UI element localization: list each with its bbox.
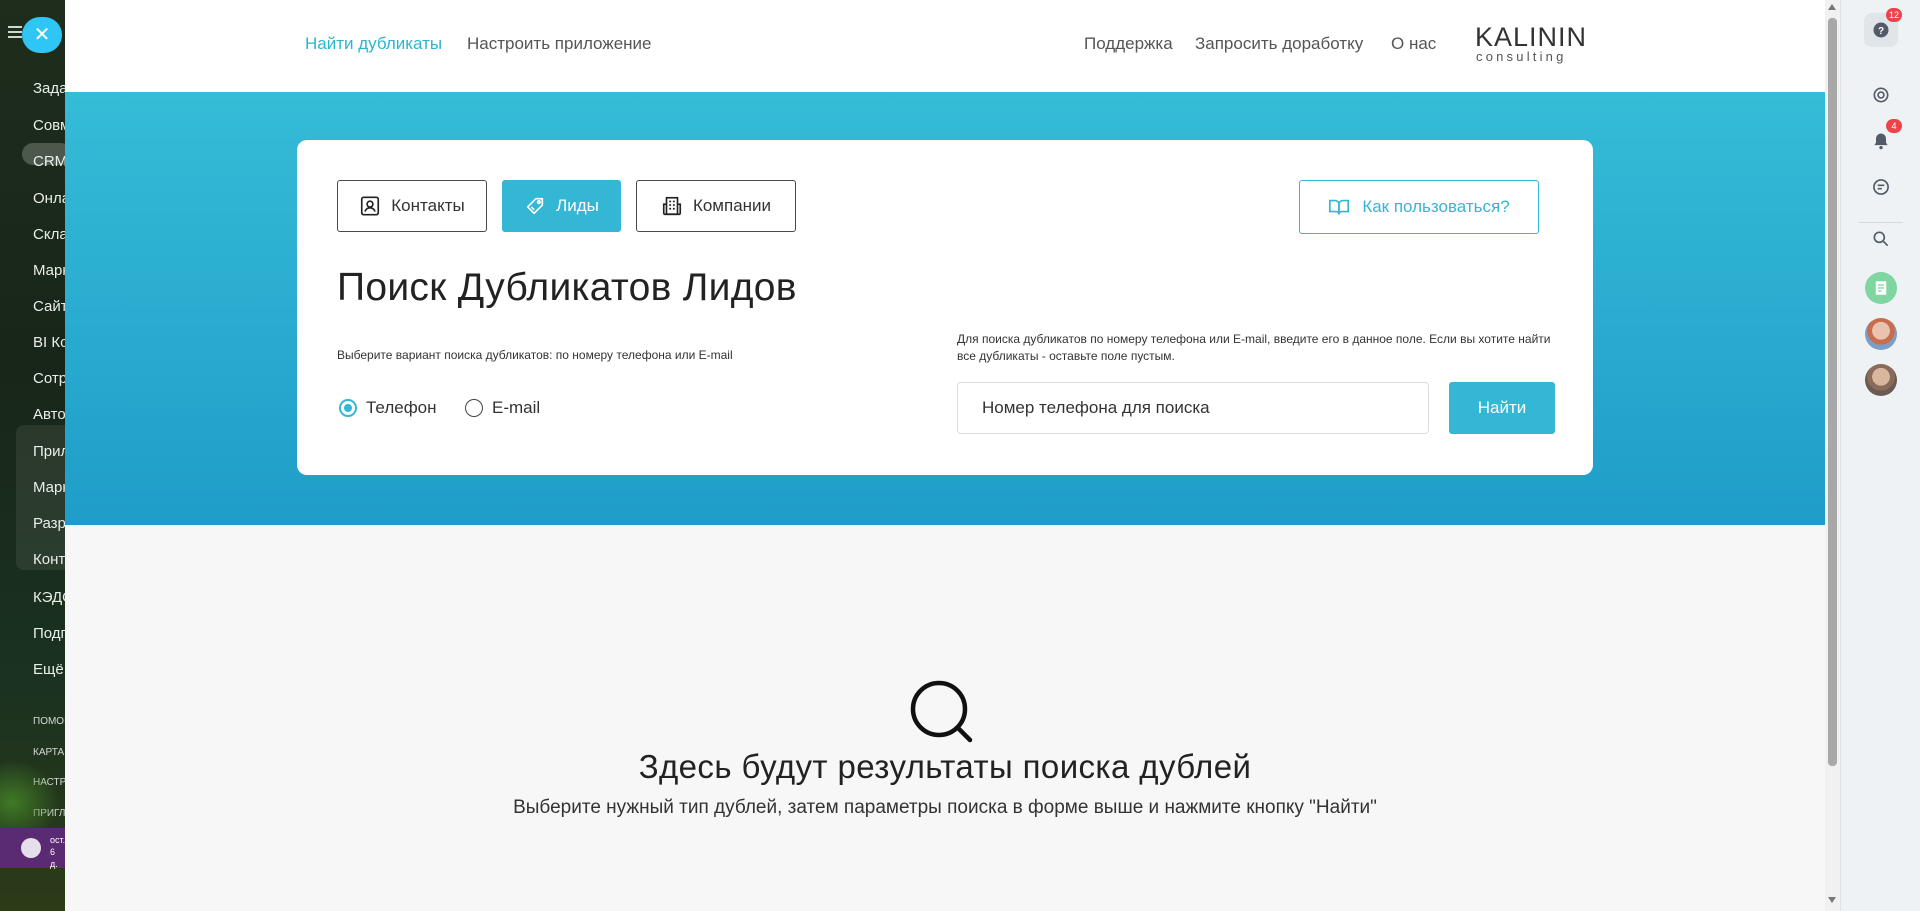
sidebar-item[interactable]: Ещё xyxy=(33,661,65,678)
nav-configure-app[interactable]: Настроить приложение xyxy=(467,34,652,54)
document-icon xyxy=(1875,281,1887,295)
activity-icon xyxy=(1873,87,1889,103)
sidebar-item[interactable]: Автоматизация xyxy=(33,406,65,423)
sidebar-item[interactable]: Сайты xyxy=(33,298,65,315)
notifications-button[interactable]: 4 xyxy=(1864,119,1902,158)
promo-text: ост. 6 д. xyxy=(50,835,65,869)
nav-support[interactable]: Поддержка xyxy=(1084,34,1173,54)
tab-contacts-label: Контакты xyxy=(391,196,465,215)
sidebar-item[interactable]: Сотрудники xyxy=(33,370,65,387)
user-avatar-2[interactable] xyxy=(1865,364,1897,396)
group-chat-avatar[interactable] xyxy=(1865,272,1897,304)
book-icon xyxy=(1329,199,1350,215)
sidebar-item[interactable]: Разработчикам xyxy=(33,515,65,532)
search-type-hint: Выберите вариант поиска дубликатов: по н… xyxy=(337,348,733,362)
sidebar-item[interactable]: BI Конструктор xyxy=(33,334,65,351)
sidebar-item[interactable]: КЭДО xyxy=(33,589,65,606)
wallpaper-leaf xyxy=(0,760,60,830)
activity-button[interactable] xyxy=(1864,78,1898,112)
magnifier-icon xyxy=(1873,231,1889,247)
results-placeholder-title: Здесь будут результаты поиска дублей xyxy=(638,748,1252,785)
search-field-hint: Для поиска дубликатов по номеру телефона… xyxy=(957,332,1551,363)
tab-companies-label: Компании xyxy=(692,196,772,215)
chat-icon xyxy=(1873,179,1889,195)
notifications-badge: 4 xyxy=(1886,119,1902,133)
right-toolbar: ? 12 4 xyxy=(1840,0,1920,911)
radio-email-circle[interactable] xyxy=(465,399,483,417)
search-button[interactable] xyxy=(1864,222,1898,256)
tab-contacts[interactable]: Контакты xyxy=(337,180,487,232)
sidebar-item[interactable]: Приложения xyxy=(33,443,65,460)
sidebar-item[interactable]: Склад xyxy=(33,226,65,243)
help-button[interactable]: ? 12 xyxy=(1864,8,1902,47)
sidebar-item[interactable]: Онлайн-запись xyxy=(33,190,65,207)
svg-text:?: ? xyxy=(1878,26,1884,37)
sidebar-item[interactable]: Совместная работа xyxy=(33,117,65,134)
results-placeholder-subtitle: Выберите нужный тип дублей, затем параме… xyxy=(513,797,1377,818)
companies-icon xyxy=(662,196,682,216)
scroll-down-arrow-icon[interactable] xyxy=(1828,897,1836,903)
phone-search-input[interactable] xyxy=(957,382,1429,434)
logo-line1: KALININ xyxy=(1475,22,1588,52)
search-icon xyxy=(910,680,973,743)
crown-icon xyxy=(21,838,41,858)
logo-line2: consulting xyxy=(1476,49,1567,64)
leads-icon xyxy=(526,197,544,215)
radio-phone[interactable]: Телефон xyxy=(339,398,437,418)
scrollbar-thumb[interactable] xyxy=(1828,18,1837,766)
sidebar-item[interactable]: Маркетинг xyxy=(33,262,65,279)
left-sidebar: Задачи и Проекты Совместная работа CRM Онла… xyxy=(0,0,65,911)
nav-about[interactable]: О нас xyxy=(1391,34,1436,54)
tab-companies[interactable]: Компании xyxy=(636,180,796,232)
sidebar-item[interactable]: Маркет xyxy=(33,479,65,496)
promo-banner[interactable]: ост. 6 д. xyxy=(0,828,65,869)
sidebar-item[interactable]: CRM xyxy=(33,153,65,170)
page-scrollbar[interactable] xyxy=(1825,0,1840,911)
sidebar-item[interactable]: Подписка xyxy=(33,625,65,642)
help-badge: 12 xyxy=(1885,8,1902,22)
close-slider-button[interactable]: ✕ xyxy=(22,17,62,53)
search-card: Контакты Лиды Компании Как пользоваться?… xyxy=(297,140,1593,475)
app-frame: Найти дубликаты Настроить приложение Под… xyxy=(65,0,1825,911)
find-button[interactable]: Найти xyxy=(1449,382,1555,434)
menu-icon[interactable] xyxy=(8,26,22,38)
sidebar-small-help[interactable]: помощь xyxy=(33,716,65,727)
top-navigation: Найти дубликаты Настроить приложение Под… xyxy=(65,0,1825,92)
how-to-use-label: Как пользоваться? xyxy=(1362,197,1510,216)
radio-email[interactable]: E-mail xyxy=(465,398,540,418)
sidebar-item[interactable]: Задачи и Проекты xyxy=(33,80,65,97)
page-title: Поиск Дубликатов Лидов xyxy=(337,266,797,309)
sidebar-item[interactable]: Контакт-центр xyxy=(33,551,65,568)
contacts-icon xyxy=(361,196,380,216)
sidebar-small-map[interactable]: карта xyxy=(33,747,65,758)
tab-leads-label: Лиды xyxy=(556,196,599,215)
scroll-up-arrow-icon[interactable] xyxy=(1828,4,1836,10)
user-avatar-1[interactable] xyxy=(1865,318,1897,350)
radio-phone-circle[interactable] xyxy=(339,399,357,417)
kalinin-logo[interactable]: KALININ consulting xyxy=(1475,24,1587,64)
bell-icon xyxy=(1874,133,1888,150)
chat-button[interactable] xyxy=(1864,170,1898,204)
how-to-use-button[interactable]: Как пользоваться? xyxy=(1299,180,1539,234)
nav-find-duplicates[interactable]: Найти дубликаты xyxy=(305,34,442,54)
nav-request-feature[interactable]: Запросить доработку xyxy=(1195,34,1363,54)
tab-leads[interactable]: Лиды xyxy=(502,180,621,232)
help-icon: ? xyxy=(1873,22,1889,38)
radio-email-label: E-mail xyxy=(492,398,541,417)
radio-phone-label: Телефон xyxy=(366,398,437,417)
